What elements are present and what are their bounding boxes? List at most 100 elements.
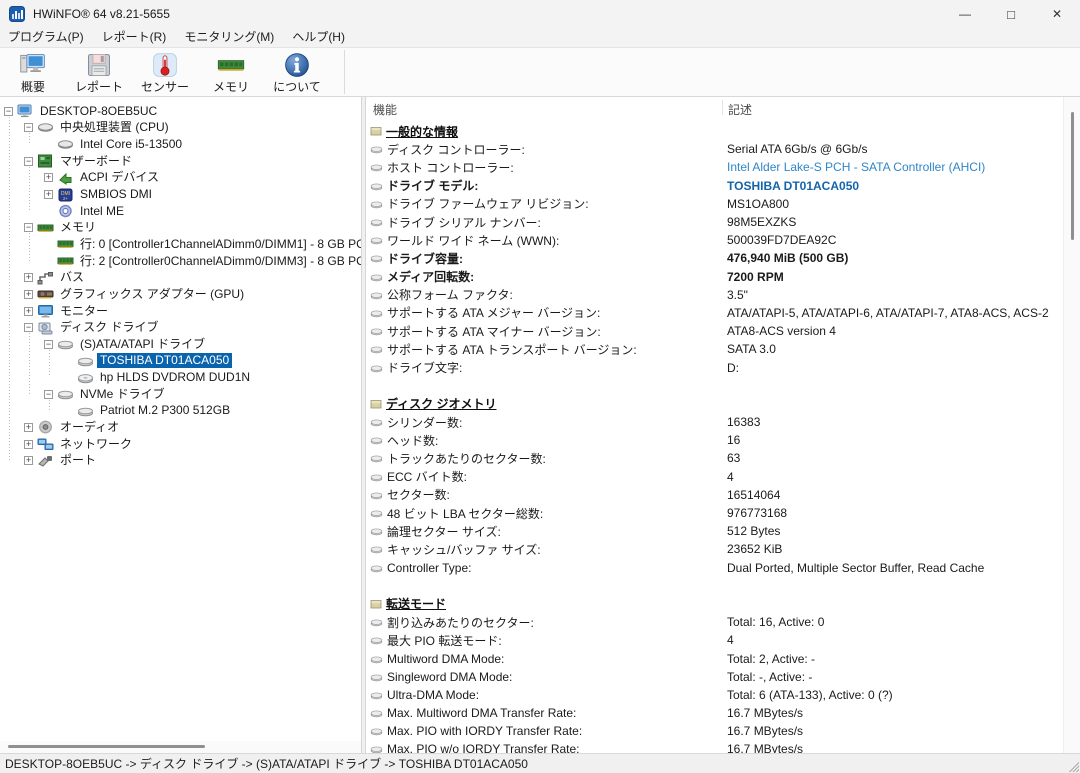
- tree-expander[interactable]: +: [24, 440, 33, 449]
- tree-expander[interactable]: −: [24, 123, 33, 132]
- window-controls: — □ ✕: [942, 0, 1080, 28]
- tree-horizontal-scrollbar[interactable]: [0, 741, 361, 753]
- detail-row[interactable]: ECC バイト数: 4: [366, 468, 1063, 486]
- detail-row[interactable]: Singleword DMA Mode: Total: -, Active: -: [366, 668, 1063, 686]
- detail-row[interactable]: ドライブ シリアル ナンバー: 98M5EXZKS: [366, 213, 1063, 231]
- tree-expander[interactable]: −: [44, 390, 53, 399]
- tree-expander[interactable]: +: [44, 190, 53, 199]
- tree-expander[interactable]: −: [24, 323, 33, 332]
- detail-row[interactable]: ドライブ モデル: TOSHIBA DT01ACA050: [366, 177, 1063, 195]
- tree-item[interactable]: + グラフィックス アダプター (GPU): [0, 286, 361, 303]
- detail-row[interactable]: ワールド ワイド ネーム (WWN): 500039FD7DEA92C: [366, 231, 1063, 249]
- tree-item[interactable]: − NVMe ドライブ: [0, 386, 361, 403]
- tree-item[interactable]: − (S)ATA/ATAPI ドライブ: [0, 336, 361, 353]
- tree-expander[interactable]: −: [44, 340, 53, 349]
- detail-row[interactable]: Ultra-DMA Mode: Total: 6 (ATA-133), Acti…: [366, 686, 1063, 704]
- tree-item[interactable]: − DESKTOP-8OEB5UC: [0, 103, 361, 120]
- detail-row[interactable]: ホスト コントローラー: Intel Alder Lake-S PCH - SA…: [366, 158, 1063, 176]
- tree-item[interactable]: hp HLDS DVDROM DUD1N: [0, 369, 361, 386]
- tree-expander[interactable]: +: [24, 290, 33, 299]
- tree-item[interactable]: − 中央処理装置 (CPU): [0, 120, 361, 137]
- ram-icon: [216, 51, 246, 79]
- tree-item[interactable]: + DMI2+ SMBIOS DMI: [0, 186, 361, 203]
- tree-expander[interactable]: +: [24, 307, 33, 316]
- tree-item[interactable]: + モニター: [0, 303, 361, 320]
- detail-row[interactable]: 48 ビット LBA セクター総数: 976773168: [366, 504, 1063, 522]
- tree-expander[interactable]: −: [4, 107, 13, 116]
- minimize-button[interactable]: —: [942, 0, 988, 28]
- column-header-description[interactable]: 記述: [728, 101, 752, 118]
- detail-row[interactable]: Max. PIO w/o IORDY Transfer Rate: 16.7 M…: [366, 740, 1063, 753]
- tree-expander[interactable]: +: [24, 456, 33, 465]
- tree-item[interactable]: 行: 0 [Controller1ChannelADimm0/DIMM1] - …: [0, 236, 361, 253]
- detail-row[interactable]: セクター数: 16514064: [366, 486, 1063, 504]
- detail-row[interactable]: ドライブ文字: D:: [366, 358, 1063, 376]
- maximize-button[interactable]: □: [988, 0, 1034, 28]
- tree-scrollbar-thumb[interactable]: [8, 745, 205, 748]
- detail-row[interactable]: シリンダー数: 16383: [366, 413, 1063, 431]
- drive-icon: [370, 144, 383, 154]
- detail-row[interactable]: ドライブ ファームウェア リビジョン: MS1OA800: [366, 195, 1063, 213]
- detail-row[interactable]: Max. PIO with IORDY Transfer Rate: 16.7 …: [366, 722, 1063, 740]
- tree-item[interactable]: + ネットワーク: [0, 436, 361, 453]
- tree-item[interactable]: + バス: [0, 269, 361, 286]
- thermometer-icon: [150, 51, 180, 79]
- detail-row[interactable]: ヘッド数: 16: [366, 431, 1063, 449]
- tree-expander[interactable]: −: [24, 223, 33, 232]
- details-scrollbar-thumb[interactable]: [1071, 112, 1074, 240]
- drive-icon: [370, 744, 383, 753]
- detail-row[interactable]: 割り込みあたりのセクター: Total: 16, Active: 0: [366, 613, 1063, 631]
- section-header-row: 一般的な情報: [366, 122, 1063, 140]
- toolbar-button[interactable]: 概要: [0, 48, 66, 96]
- detail-row[interactable]: メディア回転数: 7200 RPM: [366, 268, 1063, 286]
- menu-item[interactable]: レポート(R): [93, 28, 176, 48]
- drive-icon: [370, 326, 383, 336]
- menu-item[interactable]: ヘルプ(H): [283, 28, 354, 48]
- detail-row[interactable]: ドライブ容量: 476,940 MiB (500 GB): [366, 249, 1063, 267]
- tree-item[interactable]: + オーディオ: [0, 419, 361, 436]
- tree-item[interactable]: − マザーボード: [0, 153, 361, 170]
- detail-row[interactable]: トラックあたりのセクター数: 63: [366, 449, 1063, 467]
- drive-icon: [370, 363, 383, 373]
- resize-grip-icon[interactable]: [1067, 760, 1079, 772]
- detail-row[interactable]: Multiword DMA Mode: Total: 2, Active: -: [366, 649, 1063, 667]
- tree-expander[interactable]: −: [24, 157, 33, 166]
- tree-item[interactable]: − ディスク ドライブ: [0, 319, 361, 336]
- detail-row[interactable]: 最大 PIO 転送モード: 4: [366, 631, 1063, 649]
- tree-expander[interactable]: +: [24, 273, 33, 282]
- tree-item[interactable]: + ACPI デバイス: [0, 170, 361, 187]
- hdd-icon: [57, 387, 74, 401]
- tree-item[interactable]: + ポート: [0, 452, 361, 469]
- detail-section: ディスク ジオメトリ シリンダー数: 16383 ヘッド数: 16 トラックあた…: [366, 395, 1063, 577]
- detail-row[interactable]: キャッシュ/バッファ サイズ: 23652 KiB: [366, 540, 1063, 558]
- menu-item[interactable]: プログラム(P): [0, 28, 93, 48]
- detail-row[interactable]: Max. Multiword DMA Transfer Rate: 16.7 M…: [366, 704, 1063, 722]
- tree-item[interactable]: Patriot M.2 P300 512GB: [0, 403, 361, 420]
- tree-expander[interactable]: +: [24, 423, 33, 432]
- toolbar-button[interactable]: メモリ: [198, 48, 264, 96]
- detail-row[interactable]: ディスク コントローラー: Serial ATA 6Gb/s @ 6Gb/s: [366, 140, 1063, 158]
- tree-item[interactable]: Intel Core i5-13500: [0, 136, 361, 153]
- tree-item[interactable]: TOSHIBA DT01ACA050: [0, 353, 361, 370]
- detail-row[interactable]: サポートする ATA マイナー バージョン: ATA8-ACS version …: [366, 322, 1063, 340]
- detail-row[interactable]: 論理セクター サイズ: 512 Bytes: [366, 522, 1063, 540]
- detail-row[interactable]: 公称フォーム ファクタ: 3.5": [366, 286, 1063, 304]
- close-button[interactable]: ✕: [1034, 0, 1080, 28]
- tree-item[interactable]: 行: 2 [Controller0ChannelADimm0/DIMM3] - …: [0, 253, 361, 270]
- detail-row[interactable]: Controller Type: Dual Ported, Multiple S…: [366, 559, 1063, 577]
- tree-item[interactable]: − メモリ: [0, 219, 361, 236]
- maximize-icon: □: [1007, 7, 1015, 22]
- detail-row[interactable]: サポートする ATA メジャー バージョン: ATA/ATAPI-5, ATA/…: [366, 304, 1063, 322]
- tree-item[interactable]: Intel ME: [0, 203, 361, 220]
- toolbar: 概要 レポート センサー メモリ について: [0, 48, 1080, 97]
- detail-row[interactable]: サポートする ATA トランスポート バージョン: SATA 3.0: [366, 340, 1063, 358]
- toolbar-button[interactable]: レポート: [66, 48, 132, 96]
- column-header-feature[interactable]: 機能: [373, 101, 397, 118]
- toolbar-button[interactable]: センサー: [132, 48, 198, 96]
- menu-item[interactable]: モニタリング(M): [175, 28, 283, 48]
- minimize-icon: —: [959, 7, 971, 21]
- column-divider[interactable]: [722, 100, 723, 115]
- details-vertical-scrollbar[interactable]: [1063, 97, 1080, 753]
- toolbar-button[interactable]: について: [264, 48, 330, 96]
- tree-expander[interactable]: +: [44, 173, 53, 182]
